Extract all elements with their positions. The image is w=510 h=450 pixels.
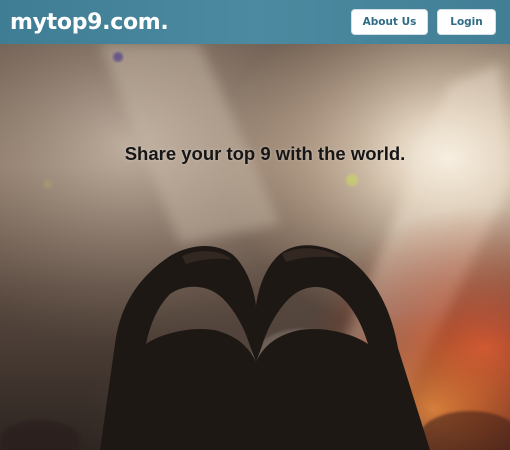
hero-section: Share your top 9 with the world. <box>0 44 510 450</box>
hero-tagline: Share your top 9 with the world. <box>124 143 406 164</box>
about-us-button[interactable]: About Us <box>351 9 428 35</box>
login-button[interactable]: Login <box>437 9 496 35</box>
concert-background-image <box>0 44 510 450</box>
site-header: mytop9.com. About Us Login <box>0 0 510 44</box>
site-logo[interactable]: mytop9.com. <box>10 10 169 35</box>
top-nav: About Us Login <box>351 9 496 35</box>
